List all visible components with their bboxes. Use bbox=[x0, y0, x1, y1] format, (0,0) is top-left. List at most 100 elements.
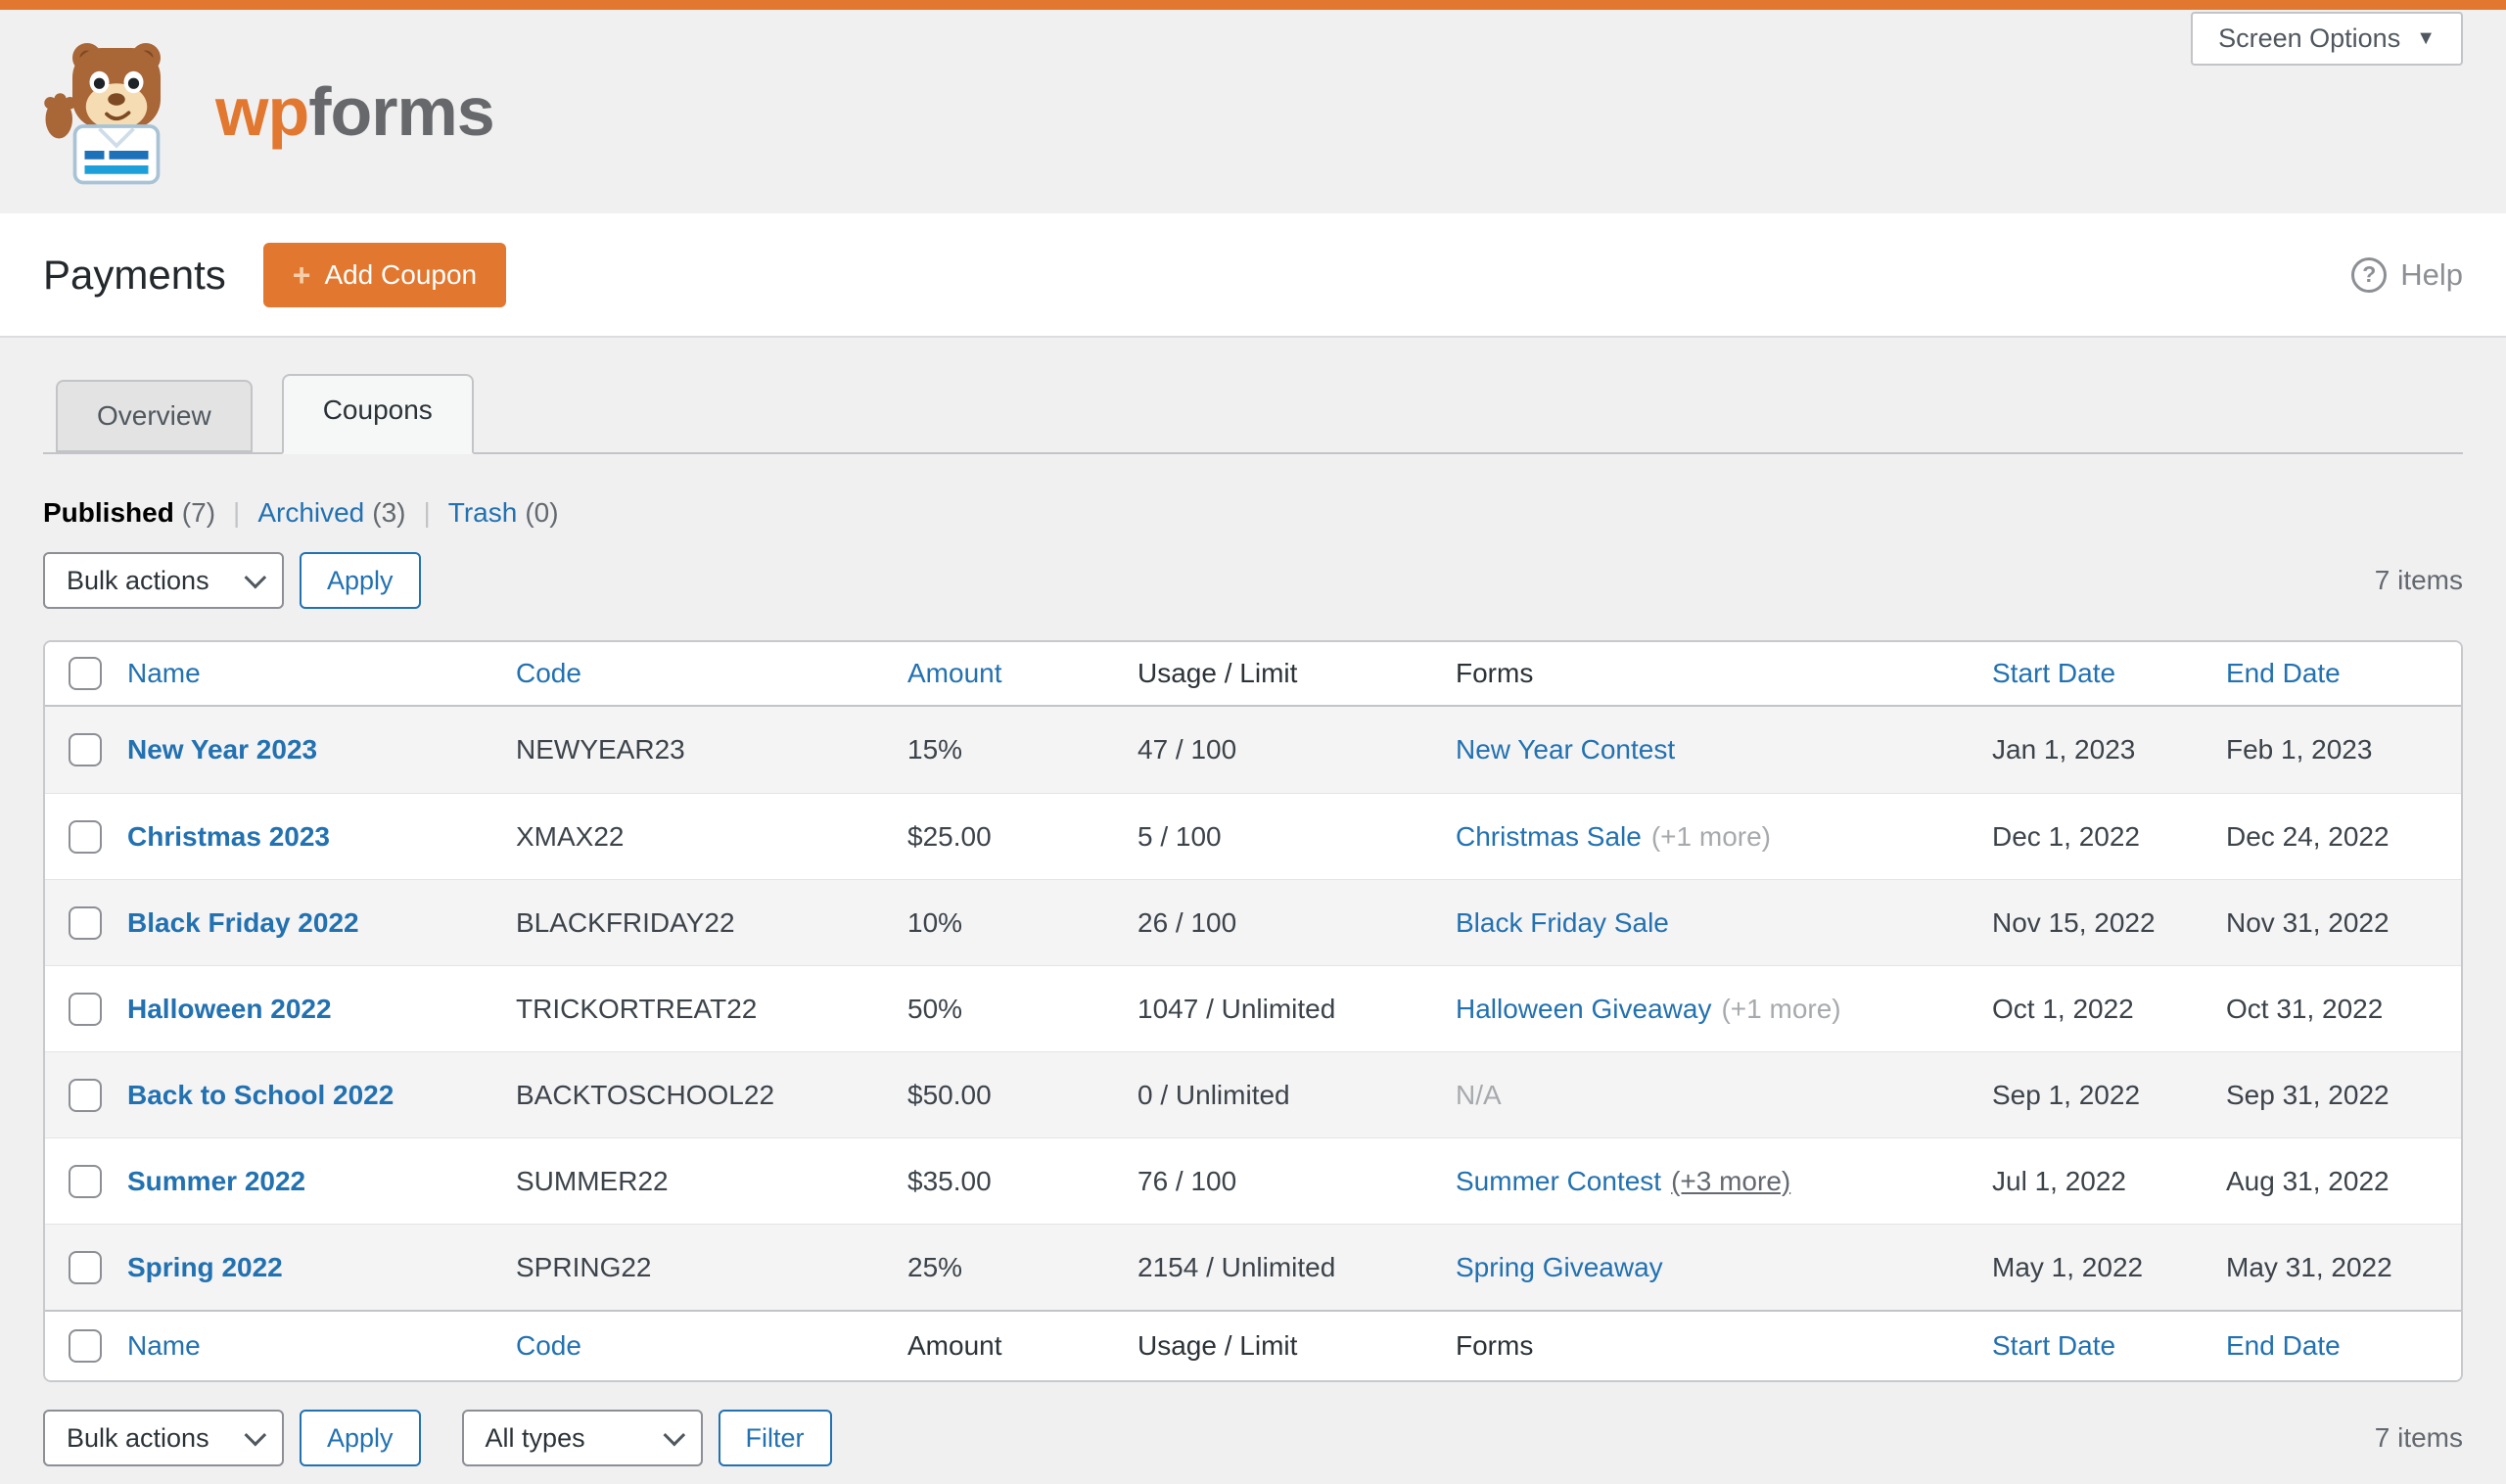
status-filter-count: (3) bbox=[372, 497, 406, 528]
help-link[interactable]: ? Help bbox=[2351, 256, 2463, 293]
row-checkbox[interactable] bbox=[69, 1164, 102, 1198]
filter-button[interactable]: Filter bbox=[718, 1410, 832, 1466]
wpforms-bear-icon bbox=[44, 43, 161, 185]
column-header-code: Code bbox=[516, 1330, 907, 1362]
table-row: Black Friday 2022 BLACKFRIDAY22 10% 26 / 10… bbox=[45, 879, 2461, 965]
form-link[interactable]: Halloween Giveaway bbox=[1456, 994, 1711, 1024]
bulk-actions-select[interactable]: Bulk actions bbox=[43, 552, 284, 609]
form-link[interactable]: Summer Contest bbox=[1456, 1166, 1661, 1196]
coupon-code-cell: BACKTOSCHOOL22 bbox=[516, 1079, 775, 1110]
status-filter-links: Published (7) | Archived (3) | Trash (0) bbox=[43, 497, 2463, 529]
coupon-amount-cell: 25% bbox=[907, 1251, 963, 1282]
coupon-start-date-cell: Nov 15, 2022 bbox=[1992, 906, 2156, 938]
status-filter-label[interactable]: Archived bbox=[257, 497, 364, 528]
form-link[interactable]: Black Friday Sale bbox=[1456, 907, 1669, 938]
row-checkbox[interactable] bbox=[69, 992, 102, 1026]
forms-more-label: (+1 more) bbox=[1721, 993, 1841, 1024]
apply-button-bottom[interactable]: Apply bbox=[300, 1410, 421, 1466]
status-filter-label: Published bbox=[43, 497, 174, 528]
coupon-end-date-cell: Sep 31, 2022 bbox=[2226, 1079, 2390, 1110]
coupon-end-date-cell: Nov 31, 2022 bbox=[2226, 906, 2390, 938]
sort-link-code[interactable]: Code bbox=[516, 1330, 581, 1361]
bulk-actions-select-bottom[interactable]: Bulk actions bbox=[43, 1410, 284, 1466]
sort-link-start-date[interactable]: Start Date bbox=[1992, 1330, 2115, 1361]
coupon-end-date-cell: Aug 31, 2022 bbox=[2226, 1165, 2390, 1196]
coupon-usage-cell: 76 / 100 bbox=[1137, 1165, 1237, 1196]
screen-options-button[interactable]: Screen Options ▼ bbox=[2191, 12, 2463, 66]
column-header-end-date: End Date bbox=[2226, 1330, 2461, 1362]
coupon-name-link[interactable]: Black Friday 2022 bbox=[127, 907, 359, 938]
form-link[interactable]: Spring Giveaway bbox=[1456, 1252, 1663, 1282]
question-circle-icon: ? bbox=[2351, 256, 2388, 293]
chevron-down-icon bbox=[244, 1423, 267, 1447]
row-checkbox[interactable] bbox=[69, 905, 102, 940]
coupon-usage-cell: 26 / 100 bbox=[1137, 906, 1237, 938]
tabs-bar: Overview Coupons bbox=[43, 374, 2463, 454]
column-header-name: Name bbox=[127, 1330, 516, 1362]
coupon-usage-cell: 1047 / Unlimited bbox=[1137, 993, 1336, 1024]
checkbox-cell bbox=[45, 657, 127, 690]
coupon-start-date-cell: Oct 1, 2022 bbox=[1992, 993, 2134, 1024]
coupon-forms-cell: Black Friday Sale bbox=[1456, 907, 1992, 939]
coupon-amount-cell: 10% bbox=[907, 906, 963, 938]
items-count: 7 items bbox=[2374, 565, 2463, 595]
form-link[interactable]: Christmas Sale bbox=[1456, 821, 1642, 852]
coupon-forms-cell: Halloween Giveaway (+1 more) bbox=[1456, 994, 1992, 1025]
coupon-name-cell: Black Friday 2022 bbox=[127, 907, 516, 939]
table-row: Christmas 2023 XMAX22 $25.00 5 / 100 Christm… bbox=[45, 793, 2461, 879]
coupon-forms-cell: N/A bbox=[1456, 1080, 1992, 1111]
forms-more-label: (+1 more) bbox=[1650, 820, 1771, 852]
coupon-name-cell: Back to School 2022 bbox=[127, 1080, 516, 1111]
coupon-name-cell: Christmas 2023 bbox=[127, 821, 516, 853]
coupon-code-cell: BLACKFRIDAY22 bbox=[516, 906, 735, 938]
status-filter-trash[interactable]: Trash (0) bbox=[448, 497, 559, 529]
checkbox-cell bbox=[45, 1329, 127, 1363]
coupon-name-link[interactable]: Christmas 2023 bbox=[127, 821, 330, 852]
sort-link-start-date[interactable]: Start Date bbox=[1992, 658, 2115, 688]
bottom-toolbar: Bulk actions Apply All types Filter 7 it… bbox=[43, 1410, 2463, 1466]
top-accent-bar bbox=[0, 0, 2506, 10]
sort-link-name[interactable]: Name bbox=[127, 658, 201, 688]
tab-overview[interactable]: Overview bbox=[56, 380, 253, 452]
coupon-forms-cell: Christmas Sale (+1 more) bbox=[1456, 821, 1992, 853]
status-filter-archived[interactable]: Archived (3) bbox=[257, 497, 405, 529]
status-filter-published: Published (7) bbox=[43, 497, 215, 529]
coupon-name-link[interactable]: Back to School 2022 bbox=[127, 1080, 394, 1110]
forms-more-label[interactable]: (+3 more) bbox=[1671, 1166, 1790, 1196]
wordmark-forms: forms bbox=[308, 73, 494, 150]
row-checkbox[interactable] bbox=[69, 1250, 102, 1284]
column-header-name: Name bbox=[127, 658, 516, 689]
coupon-name-link[interactable]: Summer 2022 bbox=[127, 1166, 305, 1196]
sort-link-end-date[interactable]: End Date bbox=[2226, 1330, 2341, 1361]
coupon-usage-cell: 47 / 100 bbox=[1137, 734, 1237, 765]
status-filter-label[interactable]: Trash bbox=[448, 497, 518, 528]
type-filter-value: All types bbox=[485, 1422, 585, 1453]
coupon-start-date-cell: Jul 1, 2022 bbox=[1992, 1165, 2126, 1196]
forms-na-label: N/A bbox=[1456, 1079, 1502, 1110]
sort-link-amount[interactable]: Amount bbox=[907, 658, 1002, 688]
tab-coupons[interactable]: Coupons bbox=[281, 374, 474, 454]
wpforms-logo: wpforms bbox=[43, 38, 495, 185]
sort-link-end-date[interactable]: End Date bbox=[2226, 658, 2341, 688]
coupon-name-link[interactable]: New Year 2023 bbox=[127, 734, 317, 765]
row-checkbox[interactable] bbox=[69, 819, 102, 854]
select-all-checkbox[interactable] bbox=[69, 657, 102, 690]
row-checkbox[interactable] bbox=[69, 733, 102, 766]
wpforms-wordmark: wpforms bbox=[215, 72, 495, 151]
sort-link-code[interactable]: Code bbox=[516, 658, 581, 688]
apply-button[interactable]: Apply bbox=[300, 552, 421, 609]
page-title: Payments bbox=[43, 251, 226, 298]
coupon-usage-cell: 5 / 100 bbox=[1137, 820, 1222, 852]
coupon-name-link[interactable]: Spring 2022 bbox=[127, 1252, 283, 1282]
checkbox-cell bbox=[45, 819, 127, 854]
coupon-code-cell: NEWYEAR23 bbox=[516, 734, 685, 765]
row-checkbox[interactable] bbox=[69, 1078, 102, 1112]
type-filter-select[interactable]: All types bbox=[461, 1410, 703, 1466]
sort-link-name[interactable]: Name bbox=[127, 1330, 201, 1361]
add-coupon-button[interactable]: + Add Coupon bbox=[262, 242, 507, 307]
coupon-name-link[interactable]: Halloween 2022 bbox=[127, 994, 332, 1024]
form-link[interactable]: New Year Contest bbox=[1456, 734, 1675, 765]
select-all-checkbox-bottom[interactable] bbox=[69, 1329, 102, 1363]
screen-options-label: Screen Options bbox=[2218, 23, 2401, 53]
coupon-end-date-cell: May 31, 2022 bbox=[2226, 1251, 2392, 1282]
